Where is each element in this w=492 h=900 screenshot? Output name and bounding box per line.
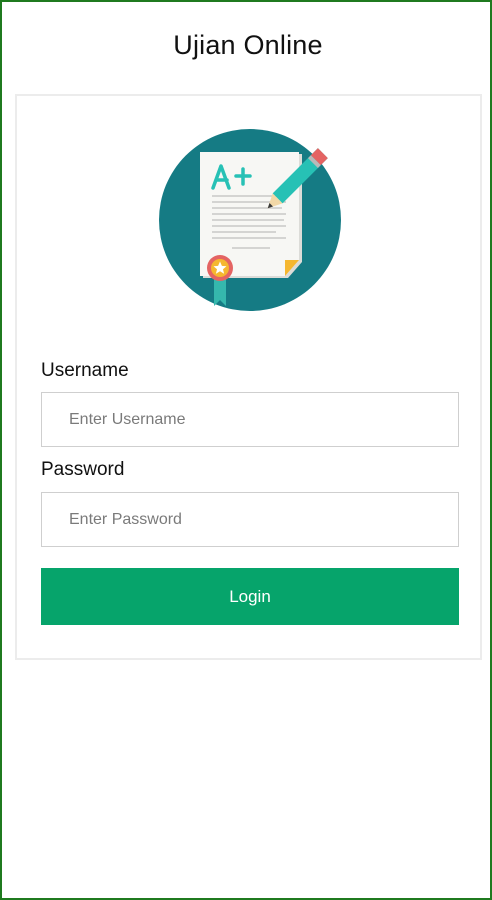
username-label: Username [41,360,129,381]
page-title: Ujian Online [173,30,323,60]
password-input[interactable] [41,492,459,547]
username-input[interactable] [41,392,459,447]
password-label: Password [41,459,125,480]
exam-paper-icon [159,129,341,311]
app-frame: Ujian Online Username Enter Username Pas… [0,0,492,900]
login-button[interactable]: Login [41,568,459,625]
login-card: Username Password Login [15,94,482,660]
